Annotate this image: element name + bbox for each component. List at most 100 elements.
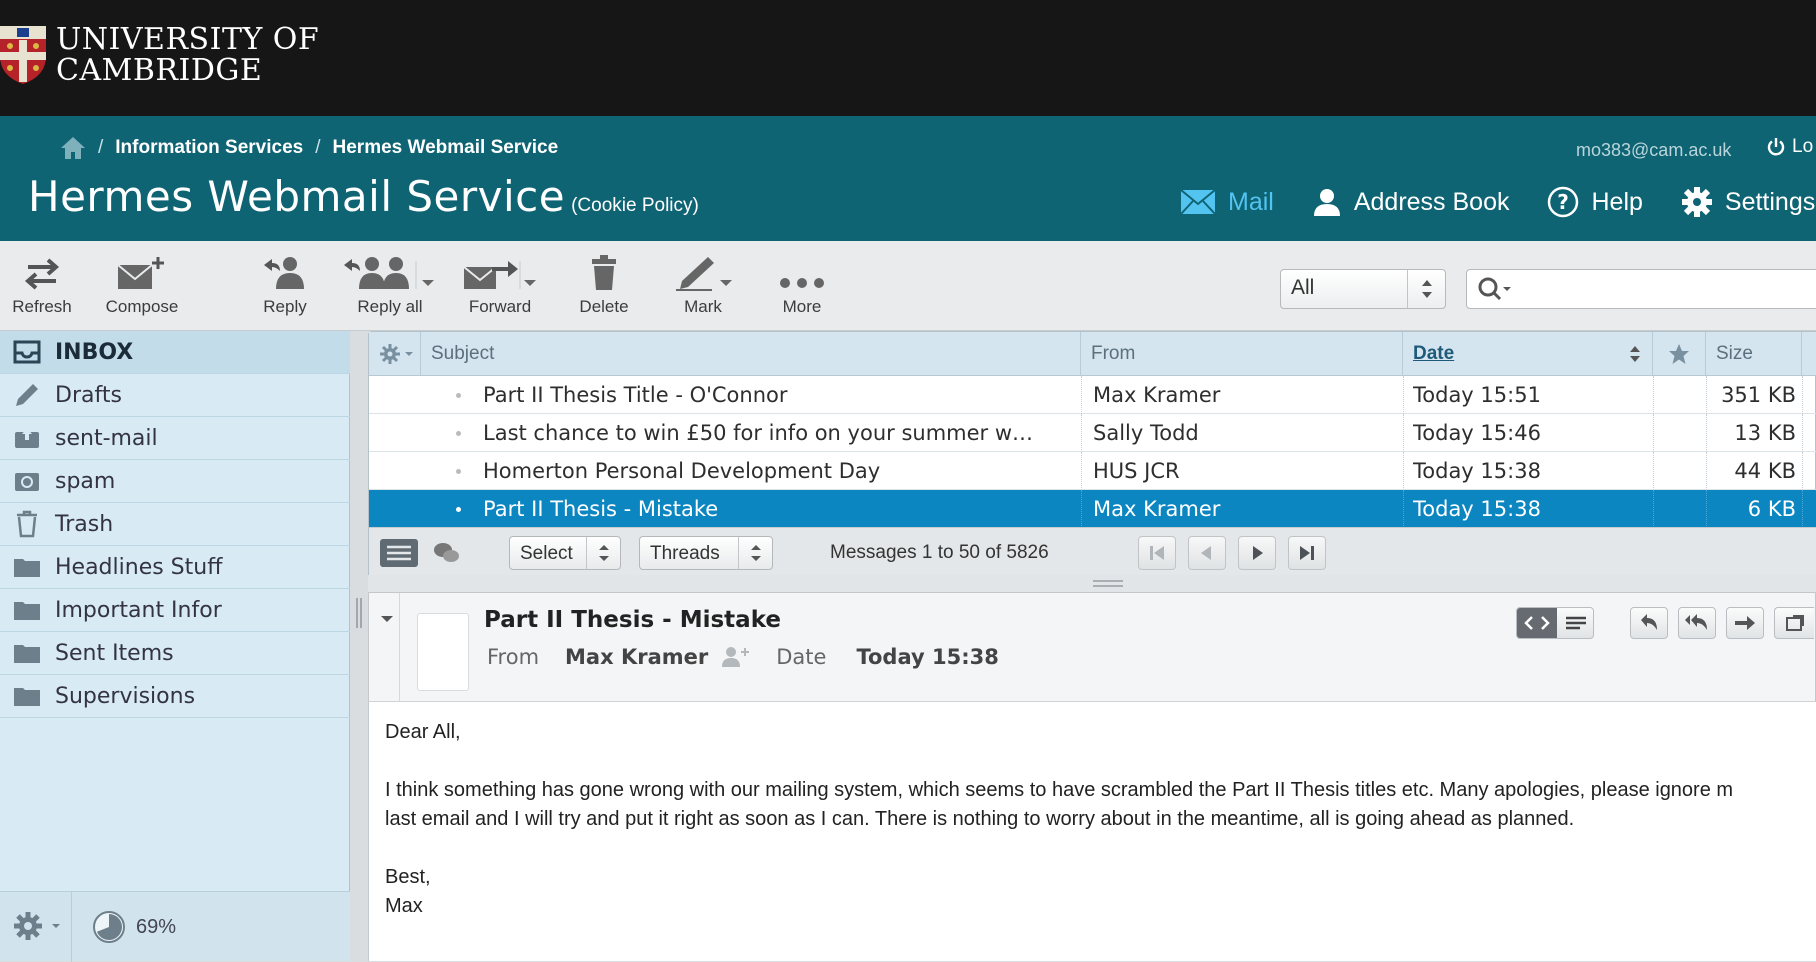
star-icon (1669, 344, 1689, 364)
from-label: From (487, 645, 540, 669)
nav-help[interactable]: ? Help (1547, 186, 1643, 218)
message-subject: Part II Thesis - Mistake (484, 607, 781, 633)
forward-button[interactable]: Forward (460, 255, 540, 317)
table-row[interactable]: Part II Thesis Title - O'Connor Max Kram… (369, 376, 1816, 414)
nav-settings[interactable]: Settings (1681, 186, 1815, 218)
html-view-button[interactable] (1517, 608, 1557, 638)
folder-sent-items[interactable]: Sent Items (0, 632, 350, 675)
gear-icon (1681, 187, 1712, 217)
quota-pie-icon (93, 911, 125, 943)
body-signoff: Best, (385, 866, 431, 888)
message-count: Messages 1 to 50 of 5826 (830, 542, 1049, 563)
list-options-button[interactable] (369, 332, 421, 376)
nav-help-label: Help (1591, 187, 1643, 216)
code-icon (1524, 616, 1550, 630)
delete-button[interactable]: Delete (572, 255, 636, 317)
folder-headlines-stuff[interactable]: Headlines Stuff (0, 546, 350, 589)
wordmark-line-2: CAMBRIDGE (56, 53, 263, 88)
folder-trash[interactable]: Trash (0, 503, 350, 546)
column-flag[interactable] (1802, 332, 1816, 376)
select-dropdown[interactable]: Select (509, 536, 621, 570)
compose-icon (117, 257, 164, 289)
table-row[interactable]: Last chance to win £50 for info on your … (369, 414, 1816, 452)
cambridge-shield-icon (0, 26, 46, 84)
first-page-button[interactable] (1138, 536, 1176, 570)
forward-message-button[interactable] (1726, 607, 1764, 639)
folder-supervisions[interactable]: Supervisions (0, 675, 350, 718)
university-logo[interactable]: UNIVERSITY OF CAMBRIDGE (0, 22, 319, 88)
reply-message-button[interactable] (1630, 607, 1668, 639)
wordmark-line-1: UNIVERSITY OF (56, 22, 320, 57)
logout-button[interactable]: Lo (1766, 136, 1813, 158)
more-button[interactable]: More (770, 255, 834, 317)
folder-label: spam (55, 468, 116, 494)
more-label: More (782, 297, 822, 316)
message-list: Subject From Date Size Part II Thesis Ti… (368, 331, 1816, 576)
column-subject[interactable]: Subject (421, 332, 1081, 376)
forward-label: Forward (468, 297, 532, 316)
row-from: Sally Todd (1093, 421, 1199, 445)
column-starred[interactable] (1653, 332, 1706, 376)
thread-view-icon[interactable] (431, 540, 461, 566)
folder-sent-mail[interactable]: sent-mail (0, 417, 350, 460)
popout-icon (1786, 615, 1804, 631)
folder-drafts[interactable]: Drafts (0, 374, 350, 417)
sidebar-resize-handle[interactable] (354, 596, 364, 630)
folder-important-infor[interactable]: Important Infor (0, 589, 350, 632)
row-date: Today 15:38 (1413, 459, 1541, 483)
mark-button[interactable]: Mark (668, 255, 738, 317)
quota-indicator: 69% (92, 910, 176, 944)
row-subject: Last chance to win £50 for info on your … (483, 421, 1034, 445)
folder-label: sent-mail (55, 425, 158, 451)
nav-address-book[interactable]: Address Book (1312, 187, 1509, 217)
column-size[interactable]: Size (1706, 332, 1802, 376)
mark-pen-icon (676, 257, 732, 291)
folder-label: Sent Items (55, 640, 174, 666)
html-source-toggle[interactable] (1516, 607, 1594, 639)
pane-splitter[interactable] (368, 575, 1816, 592)
previous-page-button[interactable] (1188, 536, 1226, 570)
add-contact-icon[interactable] (720, 645, 752, 669)
sender-avatar (417, 613, 469, 691)
folder-label: Important Infor (55, 597, 222, 623)
nav-mail[interactable]: Mail (1180, 188, 1274, 217)
table-row-selected[interactable]: Part II Thesis - Mistake Max Kramer Toda… (369, 490, 1816, 528)
inbox-icon (13, 340, 41, 364)
body-signature: Max (385, 895, 423, 917)
breadcrumb-hermes[interactable]: Hermes Webmail Service (333, 137, 559, 159)
plain-text-button[interactable] (1557, 608, 1593, 638)
message-more-button[interactable] (1774, 607, 1814, 639)
next-page-button[interactable] (1238, 536, 1276, 570)
folder-spam[interactable]: spam (0, 460, 350, 503)
compose-button[interactable]: Compose (102, 255, 182, 317)
folder-icon (14, 559, 40, 577)
folder-actions-button[interactable] (0, 892, 72, 962)
table-row[interactable]: Homerton Personal Development Day HUS JC… (369, 452, 1816, 490)
collapse-toggle-icon[interactable] (375, 607, 399, 631)
spam-icon (15, 473, 39, 491)
threads-dropdown[interactable]: Threads (639, 536, 773, 570)
reply-all-message-button[interactable] (1678, 607, 1716, 639)
folder-icon (14, 645, 40, 663)
list-view-icon[interactable] (379, 538, 419, 568)
from-value[interactable]: Max Kramer (565, 645, 708, 669)
refresh-button[interactable]: Refresh (10, 255, 74, 317)
column-from[interactable]: From (1081, 332, 1403, 376)
threads-dropdown-label: Threads (650, 543, 720, 564)
last-page-button[interactable] (1288, 536, 1326, 570)
reply-button[interactable]: Reply (252, 255, 318, 317)
reply-all-button[interactable]: Reply all (340, 255, 440, 317)
search-input[interactable] (1466, 269, 1816, 309)
service-header: / Information Services / Hermes Webmail … (0, 116, 1816, 241)
folder-label: Supervisions (55, 683, 196, 709)
folder-label: Trash (55, 511, 114, 537)
person-icon (1313, 189, 1340, 216)
university-wordmark: UNIVERSITY OF CAMBRIDGE (56, 24, 319, 86)
search-filter-select[interactable]: All (1280, 269, 1446, 309)
breadcrumb-information-services[interactable]: Information Services (115, 137, 303, 159)
folder-inbox[interactable]: INBOX (0, 331, 350, 374)
column-date[interactable]: Date (1403, 332, 1653, 376)
quota-percent: 69% (136, 915, 177, 938)
cookie-policy-link[interactable]: (Cookie Policy) (571, 195, 699, 216)
home-icon[interactable] (60, 136, 86, 160)
